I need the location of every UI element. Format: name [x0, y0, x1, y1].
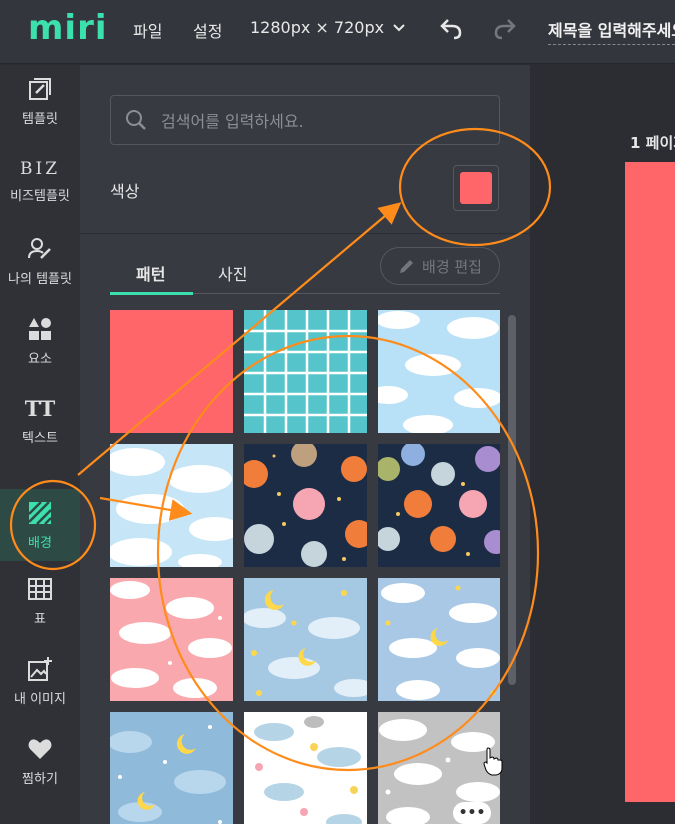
elements-icon [29, 317, 51, 340]
pattern-tile-pink-clouds[interactable] [110, 578, 233, 701]
menu-file[interactable]: 파일 [133, 18, 162, 42]
miri-logo[interactable]: miri [28, 8, 108, 48]
pattern-tile-solid-coral[interactable] [110, 310, 233, 433]
active-tab-indicator [110, 292, 193, 295]
nav-my-image[interactable]: 내 이미지 [0, 645, 80, 717]
nav-label: 찜하기 [22, 771, 58, 787]
color-label: 색상 [110, 182, 140, 201]
background-panel: 검색어를 입력하세요. 색상 패턴 사진 배경 편집 [80, 65, 530, 824]
search-placeholder: 검색어를 입력하세요. [161, 112, 304, 131]
left-nav: 템플릿 BIZ 비즈템플릿 나의 템플릿 요소 TT 텍스트 배경 표 내 이미… [0, 65, 80, 824]
pattern-grid [110, 310, 500, 824]
text-icon: TT [24, 396, 56, 421]
table-icon [28, 577, 52, 600]
nav-label: 템플릿 [22, 111, 58, 127]
panel-scrollbar[interactable] [508, 315, 516, 685]
pencil-icon [400, 260, 414, 273]
divider [80, 233, 530, 234]
nav-label: 표 [34, 611, 46, 627]
add-image-icon [28, 656, 52, 681]
my-template-icon [28, 237, 51, 259]
canvas-page[interactable] [625, 162, 675, 802]
nav-label: 배경 [28, 535, 52, 551]
pattern-tile-navy-planets[interactable] [244, 444, 367, 567]
nav-background[interactable]: 배경 [0, 489, 80, 561]
nav-biz-template[interactable]: BIZ 비즈템플릿 [0, 145, 80, 217]
pattern-tile-teal-grid[interactable] [244, 310, 367, 433]
pattern-tile-navy-planets-2[interactable] [378, 444, 500, 567]
document-title-input[interactable]: 제목을 입력해주세요 [548, 17, 675, 45]
nav-label: 요소 [28, 351, 52, 367]
nav-template[interactable]: 템플릿 [0, 65, 80, 137]
pattern-tile-blue-sky-clouds[interactable] [378, 310, 500, 433]
background-icon [28, 500, 52, 525]
search-input[interactable]: 검색어를 입력하세요. [110, 95, 500, 145]
nav-label: 내 이미지 [14, 691, 66, 707]
nav-elements[interactable]: 요소 [0, 305, 80, 377]
pattern-tile-blue-moon-stars[interactable] [110, 712, 233, 824]
tab-photo[interactable]: 사진 [218, 261, 247, 285]
nav-text[interactable]: TT 텍스트 [0, 385, 80, 457]
nav-label: 나의 템플릿 [8, 271, 72, 287]
page-label: 1 페이지 [630, 134, 675, 152]
nav-table[interactable]: 표 [0, 565, 80, 637]
tile-more-button[interactable]: ••• [453, 802, 491, 824]
chevron-down-icon [393, 23, 405, 31]
search-icon [126, 110, 146, 130]
edit-background-button[interactable]: 배경 편집 [380, 247, 500, 285]
tab-pattern[interactable]: 패턴 [136, 261, 165, 285]
selected-color-swatch [460, 172, 492, 204]
undo-icon[interactable] [436, 14, 466, 44]
redo-icon[interactable] [490, 14, 520, 44]
pattern-tile-blue-moon-clouds-2[interactable] [378, 578, 500, 701]
pattern-tile-light-clouds[interactable] [110, 444, 233, 567]
nav-my-template[interactable]: 나의 템플릿 [0, 225, 80, 297]
pattern-tile-white-pastel-clouds[interactable] [244, 712, 367, 824]
canvas-area: 1 페이지 [530, 65, 675, 824]
heart-icon [28, 738, 52, 759]
biz-icon: BIZ [19, 158, 61, 179]
top-bar: miri 파일 설정 1280px × 720px 제목을 입력해주세요 [0, 0, 675, 64]
template-edit-icon [29, 77, 51, 100]
canvas-size-label: 1280px × 720px [250, 18, 385, 37]
nav-label: 비즈템플릿 [10, 188, 70, 204]
nav-favorites[interactable]: 찜하기 [0, 725, 80, 797]
color-picker-button[interactable] [453, 165, 499, 211]
menu-settings[interactable]: 설정 [193, 18, 222, 42]
pattern-tile-blue-moon-clouds[interactable] [244, 578, 367, 701]
nav-label: 텍스트 [22, 431, 58, 446]
canvas-size-dropdown[interactable]: 1280px × 720px [250, 18, 406, 37]
edit-background-label: 배경 편집 [422, 257, 482, 276]
